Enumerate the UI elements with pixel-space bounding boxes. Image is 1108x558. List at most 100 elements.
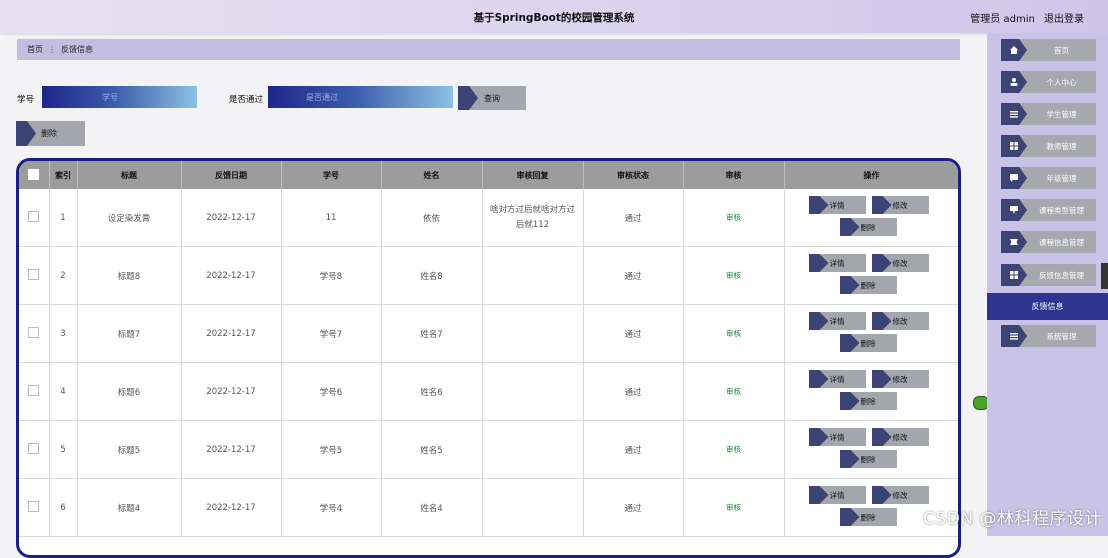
delete-button[interactable]: 删除	[839, 450, 897, 468]
delete-label: 删除	[860, 512, 876, 522]
column-header: 学号	[281, 161, 382, 189]
feedback-table: 索引 标题 反馈日期 学号 姓名 审核回复 审核状态 审核 操作 1 设定染发膏…	[16, 158, 961, 558]
list-icon	[1001, 325, 1027, 347]
row-checkbox[interactable]	[28, 442, 40, 454]
edit-label: 修改	[892, 258, 908, 268]
sidebar-item-teachers[interactable]: 教师管理	[1001, 135, 1096, 157]
title-cell: 标题4	[77, 478, 182, 537]
audit-link[interactable]: 审核	[726, 503, 741, 512]
pass-filter-input[interactable]	[268, 86, 453, 108]
batch-delete-button[interactable]: 删除	[16, 121, 85, 146]
detail-button[interactable]: 详情	[808, 486, 866, 504]
title-cell: 标题7	[77, 304, 182, 363]
column-header: 索引	[49, 161, 78, 189]
detail-label: 详情	[829, 374, 845, 384]
sidebar-item-label: 首页	[1054, 45, 1069, 55]
table-header-row: 索引 标题 反馈日期 学号 姓名 审核回复 审核状态 审核 操作	[19, 161, 958, 189]
detail-button[interactable]: 详情	[808, 196, 866, 214]
audit-link[interactable]: 审核	[726, 213, 741, 222]
user-area: 管理员 admin 退出登录	[964, 10, 1084, 25]
detail-button[interactable]: 详情	[808, 254, 866, 272]
select-all-checkbox[interactable]	[28, 168, 40, 180]
name-cell: 姓名7	[381, 304, 483, 363]
student-no-label: 学号	[17, 95, 35, 105]
audit-link[interactable]: 审核	[726, 271, 741, 280]
delete-button[interactable]: 删除	[839, 334, 897, 352]
row-select-cell	[19, 478, 50, 537]
sidebar-item-students[interactable]: 学生管理	[1001, 103, 1096, 125]
delete-button[interactable]: 删除	[839, 392, 897, 410]
breadcrumb-current: 反馈信息	[61, 45, 93, 54]
sidebar-item-course-types[interactable]: 课程类型管理	[1001, 199, 1096, 221]
query-button[interactable]: 查询	[458, 86, 526, 110]
edit-button[interactable]: 修改	[871, 486, 929, 504]
audit-link[interactable]: 审核	[726, 387, 741, 396]
detail-label: 详情	[829, 432, 845, 442]
edit-button[interactable]: 修改	[871, 254, 929, 272]
sidebar-collapse-handle[interactable]	[1101, 263, 1108, 289]
detail-label: 详情	[829, 316, 845, 326]
name-cell: 姓名4	[381, 478, 483, 537]
name-cell: 姓名8	[381, 246, 483, 305]
edit-label: 修改	[892, 316, 908, 326]
sidebar-item-profile[interactable]: 个人中心	[1001, 71, 1096, 93]
status-cell: 通过	[583, 246, 684, 305]
row-checkbox[interactable]	[28, 210, 40, 222]
ops-cell: 详情 修改 删除	[784, 420, 958, 479]
logout-link[interactable]: 退出登录	[1044, 14, 1084, 25]
sidebar-item-courses[interactable]: 课程信息管理	[1001, 231, 1096, 253]
date-cell: 2022-12-17	[181, 246, 282, 305]
breadcrumb-home[interactable]: 首页	[27, 44, 43, 55]
delete-button[interactable]: 删除	[839, 218, 897, 236]
edit-button[interactable]: 修改	[871, 428, 929, 446]
reply-cell	[482, 478, 584, 537]
delete-button[interactable]: 删除	[839, 508, 897, 526]
row-checkbox[interactable]	[28, 268, 40, 280]
row-select-cell	[19, 304, 50, 363]
sidebar: 首页 个人中心 学生管理 教师管理 年级管理 课程类型管理 课程信息管理 反馈信…	[987, 33, 1108, 536]
table-row: 1 设定染发膏 2022-12-17 11 依依 啥对方过后就啥对方过后就112…	[19, 189, 958, 247]
edit-button[interactable]: 修改	[871, 370, 929, 388]
student-no-input[interactable]	[42, 86, 197, 108]
breadcrumb-separator: ⋮	[48, 45, 56, 54]
edit-button[interactable]: 修改	[871, 196, 929, 214]
detail-button[interactable]: 详情	[808, 312, 866, 330]
audit-cell: 审核	[683, 362, 785, 421]
student-no-cell: 学号4	[281, 478, 382, 537]
column-header: 姓名	[381, 161, 483, 189]
sidebar-item-feedback-manage[interactable]: 反馈信息管理	[1001, 264, 1096, 286]
reply-cell	[482, 246, 584, 305]
user-icon	[1001, 71, 1027, 93]
sidebar-item-home[interactable]: 首页	[1001, 39, 1096, 61]
watermark-text: CSDN @林科程序设计	[923, 509, 1102, 529]
student-no-cell: 学号7	[281, 304, 382, 363]
audit-link[interactable]: 审核	[726, 329, 741, 338]
detail-label: 详情	[829, 200, 845, 210]
audit-cell: 审核	[683, 420, 785, 479]
reply-cell	[482, 304, 584, 363]
date-cell: 2022-12-17	[181, 478, 282, 537]
ops-cell: 详情 修改 删除	[784, 189, 958, 247]
index-cell: 2	[49, 246, 78, 305]
sidebar-item-grades[interactable]: 年级管理	[1001, 167, 1096, 189]
pin-icon	[1001, 199, 1027, 221]
detail-button[interactable]: 详情	[808, 428, 866, 446]
detail-button[interactable]: 详情	[808, 370, 866, 388]
row-checkbox[interactable]	[28, 326, 40, 338]
edit-button[interactable]: 修改	[871, 312, 929, 330]
delete-label: 删除	[860, 222, 876, 232]
table-row: 3 标题7 2022-12-17 学号7 姓名7 通过 审核 详情 修改 删除	[19, 304, 958, 363]
row-checkbox[interactable]	[28, 384, 40, 396]
audit-cell: 审核	[683, 246, 785, 305]
edit-label: 修改	[892, 374, 908, 384]
sidebar-subitem-feedback[interactable]: 反馈信息	[987, 293, 1108, 320]
date-cell: 2022-12-17	[181, 362, 282, 421]
sidebar-item-label: 课程信息管理	[1039, 237, 1084, 247]
delete-button[interactable]: 删除	[839, 276, 897, 294]
sidebar-item-system[interactable]: 系统管理	[1001, 325, 1096, 347]
grid-icon	[1001, 264, 1027, 286]
audit-link[interactable]: 审核	[726, 445, 741, 454]
home-icon	[1001, 39, 1027, 61]
row-checkbox[interactable]	[28, 500, 40, 512]
list-icon	[1001, 103, 1027, 125]
